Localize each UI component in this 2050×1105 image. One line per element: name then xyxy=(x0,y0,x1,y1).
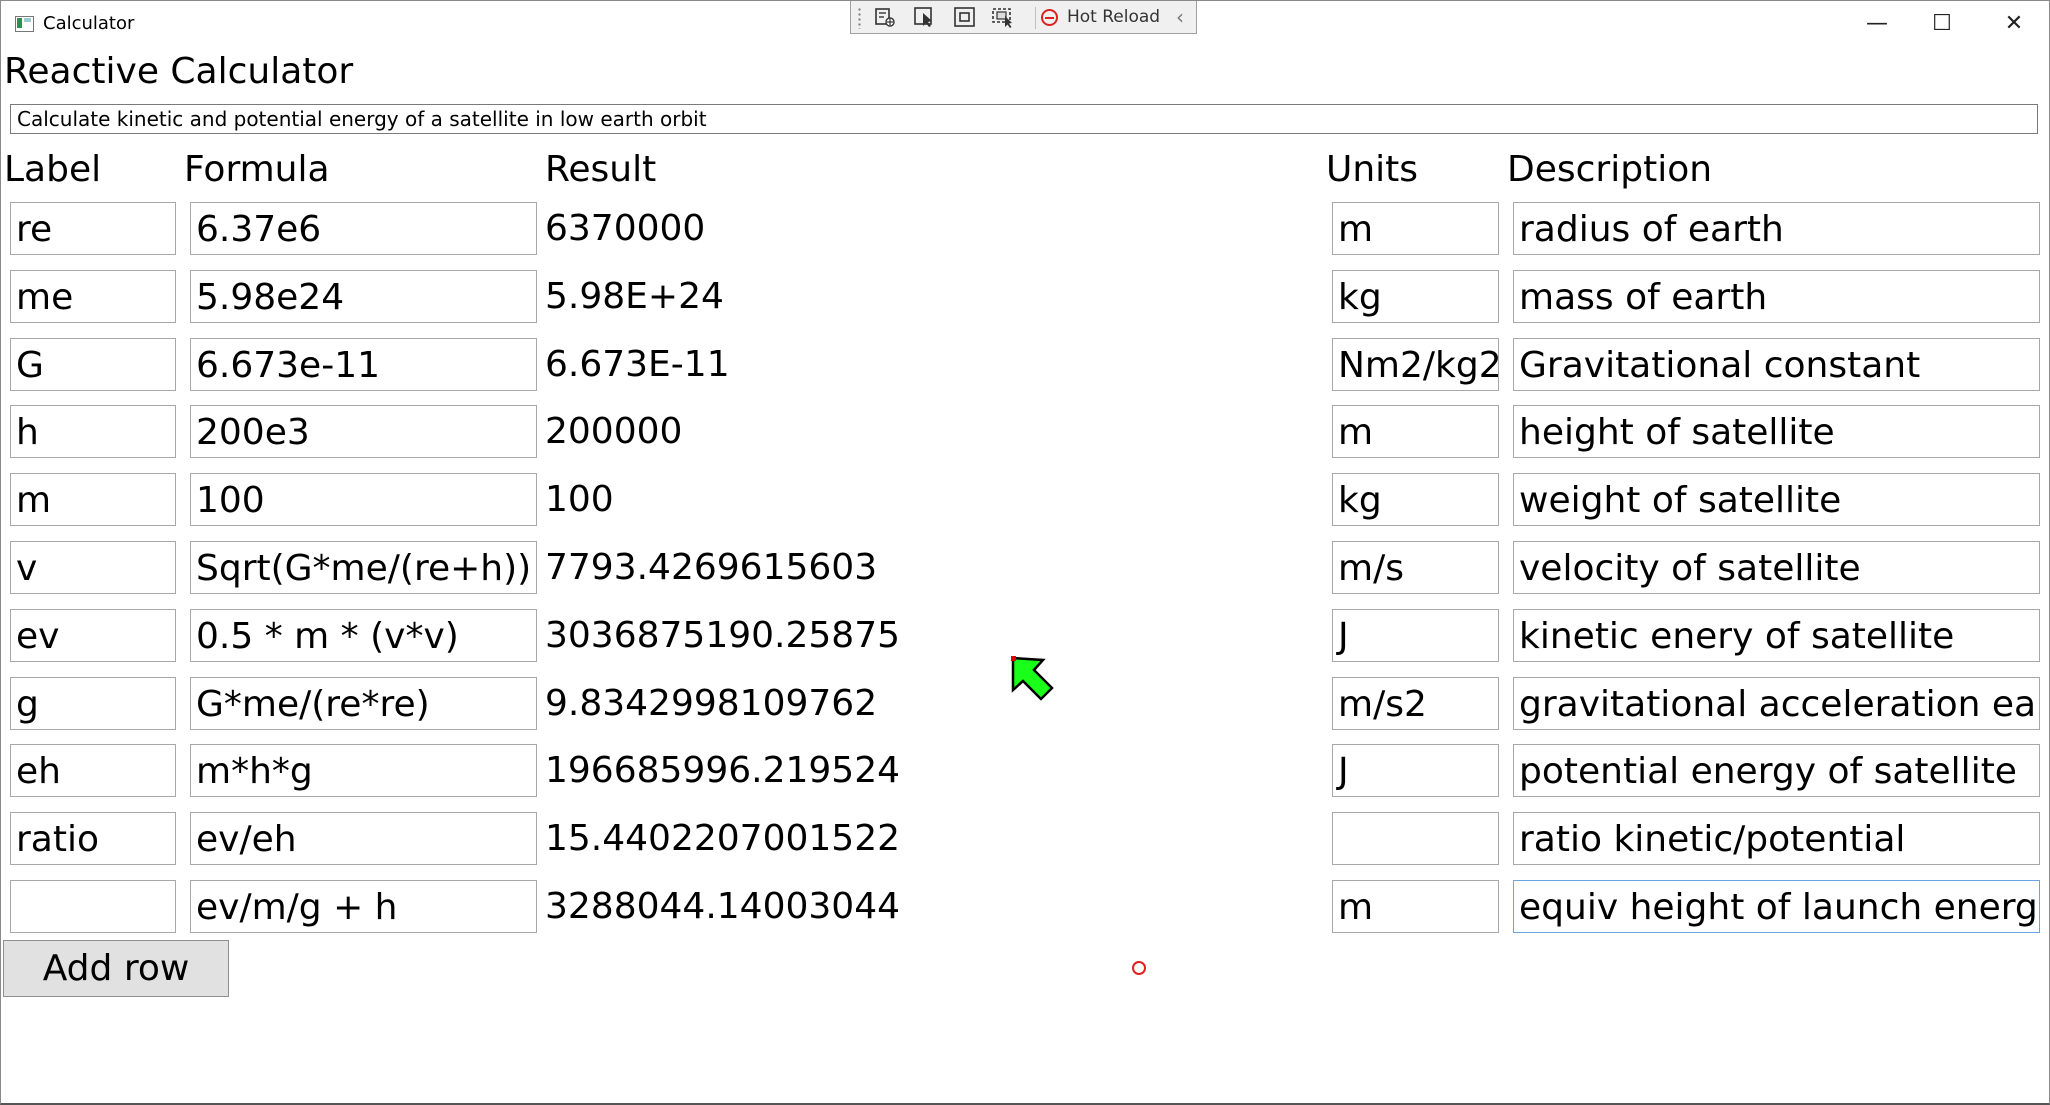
calculation-description-input[interactable]: Calculate kinetic and potential energy o… xyxy=(10,104,2038,134)
result-value: 15.4402207001522 xyxy=(545,818,901,859)
description-input[interactable]: velocity of satellite xyxy=(1513,541,2040,594)
units-input[interactable] xyxy=(1332,812,1499,865)
result-value: 196685996.219524 xyxy=(545,750,901,791)
select-element-icon[interactable] xyxy=(913,6,937,28)
result-value: 6370000 xyxy=(545,208,706,249)
label-input[interactable]: me xyxy=(10,270,176,323)
column-header-result: Result xyxy=(545,149,657,190)
formula-input[interactable]: ev/eh xyxy=(190,812,537,865)
description-input[interactable]: radius of earth xyxy=(1513,202,2040,255)
window-title: Calculator xyxy=(43,13,135,34)
live-visual-tree-icon[interactable] xyxy=(873,6,897,28)
click-indicator-icon xyxy=(1132,961,1146,975)
toolbar-grip[interactable] xyxy=(857,7,862,29)
description-input[interactable]: weight of satellite xyxy=(1513,473,2040,526)
label-input[interactable]: ratio xyxy=(10,812,176,865)
add-row-button[interactable]: Add row xyxy=(3,940,229,997)
formula-input[interactable]: m*h*g xyxy=(190,744,537,797)
units-input[interactable]: m xyxy=(1332,405,1499,458)
result-value: 5.98E+24 xyxy=(545,276,724,317)
description-input[interactable]: Gravitational constant xyxy=(1513,338,2040,391)
cursor-arrow-icon xyxy=(1011,656,1054,701)
formula-input[interactable]: 6.673e-11 xyxy=(190,338,537,391)
result-value: 3288044.14003044 xyxy=(545,886,901,927)
result-value: 200000 xyxy=(545,411,683,452)
formula-input[interactable]: 6.37e6 xyxy=(190,202,537,255)
units-input[interactable]: m/s xyxy=(1332,541,1499,594)
result-value: 3036875190.25875 xyxy=(545,615,901,656)
label-input[interactable]: G xyxy=(10,338,176,391)
units-input[interactable]: kg xyxy=(1332,473,1499,526)
hot-reload-label[interactable]: Hot Reload xyxy=(1067,7,1160,27)
label-input[interactable]: h xyxy=(10,405,176,458)
label-input[interactable]: re xyxy=(10,202,176,255)
result-value: 6.673E-11 xyxy=(545,344,730,385)
toolbar-separator xyxy=(1035,7,1036,29)
label-input[interactable] xyxy=(10,880,176,933)
units-input[interactable]: m xyxy=(1332,202,1499,255)
collapse-toolbar-icon[interactable]: ‹ xyxy=(1176,5,1184,29)
units-input[interactable]: m xyxy=(1332,880,1499,933)
description-input[interactable]: height of satellite xyxy=(1513,405,2040,458)
result-value: 7793.4269615603 xyxy=(545,547,878,588)
description-input[interactable]: kinetic enery of satellite xyxy=(1513,609,2040,662)
formula-input[interactable]: ev/m/g + h xyxy=(190,880,537,933)
description-input[interactable]: gravitational acceleration earth xyxy=(1513,677,2040,730)
formula-input[interactable]: G*me/(re*re) xyxy=(190,677,537,730)
label-input[interactable]: g xyxy=(10,677,176,730)
xaml-debug-toolbar: Hot Reload ‹ xyxy=(850,1,1197,34)
hot-reload-icon[interactable] xyxy=(1041,9,1058,26)
units-input[interactable]: kg xyxy=(1332,270,1499,323)
app-icon xyxy=(15,16,34,32)
description-input[interactable]: potential energy of satellite xyxy=(1513,744,2040,797)
display-layout-adorners-icon[interactable] xyxy=(953,6,977,28)
page-title: Reactive Calculator xyxy=(4,51,354,92)
description-input[interactable]: mass of earth xyxy=(1513,270,2040,323)
formula-input[interactable]: 0.5 * m * (v*v) xyxy=(190,609,537,662)
label-input[interactable]: v xyxy=(10,541,176,594)
close-button[interactable]: ✕ xyxy=(1980,5,2048,43)
column-header-units: Units xyxy=(1326,149,1419,190)
maximize-button[interactable]: ☐ xyxy=(1908,5,1976,43)
description-input[interactable]: ratio kinetic/potential xyxy=(1513,812,2040,865)
units-input[interactable]: J xyxy=(1332,744,1499,797)
formula-input[interactable]: 200e3 xyxy=(190,405,537,458)
formula-input[interactable]: Sqrt(G*me/(re+h)) xyxy=(190,541,537,594)
units-input[interactable]: J xyxy=(1332,609,1499,662)
label-input[interactable]: m xyxy=(10,473,176,526)
minimize-button[interactable]: — xyxy=(1843,5,1911,43)
column-header-label: Label xyxy=(4,149,102,190)
result-value: 9.8342998109762 xyxy=(545,683,878,724)
track-focused-element-icon[interactable] xyxy=(991,6,1015,28)
label-input[interactable]: eh xyxy=(10,744,176,797)
column-header-description: Description xyxy=(1507,149,1713,190)
column-header-formula: Formula xyxy=(184,149,330,190)
formula-input[interactable]: 100 xyxy=(190,473,537,526)
formula-input[interactable]: 5.98e24 xyxy=(190,270,537,323)
units-input[interactable]: m/s2 xyxy=(1332,677,1499,730)
result-value: 100 xyxy=(545,479,614,520)
description-input[interactable]: equiv height of launch energy xyxy=(1513,880,2040,933)
label-input[interactable]: ev xyxy=(10,609,176,662)
units-input[interactable]: Nm2/kg2 xyxy=(1332,338,1499,391)
app-window: Calculator — ☐ ✕ Hot Reload ‹ Reactive C… xyxy=(0,0,2050,1105)
